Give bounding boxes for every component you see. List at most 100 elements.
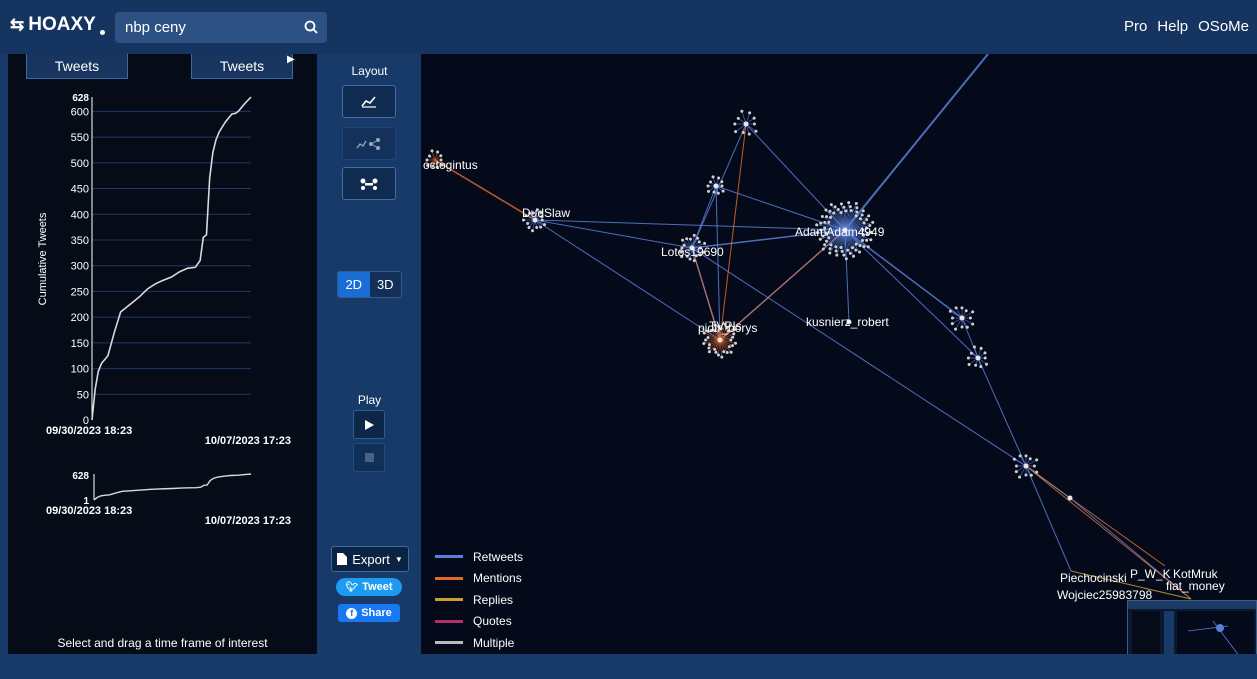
network-graph-svg[interactable]: octogintusDudSlawLotos19690AdamAdam4949T… bbox=[421, 54, 1257, 654]
network-node bbox=[836, 207, 840, 211]
network-node bbox=[526, 222, 530, 226]
network-node bbox=[720, 184, 724, 188]
network-node bbox=[825, 215, 829, 219]
network-node bbox=[950, 322, 954, 326]
cumulative-line bbox=[91, 96, 252, 421]
y-tick-label: 450 bbox=[71, 184, 89, 196]
network-node bbox=[740, 109, 744, 113]
network-node bbox=[823, 243, 827, 247]
network-node bbox=[971, 310, 975, 314]
network-node bbox=[968, 316, 972, 320]
nav-help[interactable]: Help bbox=[1157, 18, 1188, 35]
network-node bbox=[960, 325, 964, 329]
network-node bbox=[747, 132, 751, 136]
node-label: fiat_money bbox=[1166, 579, 1225, 593]
network-node bbox=[708, 180, 712, 184]
search-icon[interactable] bbox=[304, 20, 318, 34]
network-node bbox=[531, 229, 535, 233]
tweets-left-button[interactable]: Tweets bbox=[26, 54, 128, 79]
search-input[interactable] bbox=[125, 17, 295, 38]
network-edge bbox=[691, 185, 717, 249]
network-node bbox=[716, 191, 720, 195]
network-node bbox=[716, 353, 720, 357]
network-node bbox=[702, 341, 706, 345]
mode-3d-button[interactable]: 3D bbox=[369, 272, 401, 297]
network-node bbox=[848, 205, 852, 209]
network-node bbox=[1035, 470, 1039, 474]
thumbnail-image bbox=[1128, 601, 1256, 654]
network-edge bbox=[1069, 497, 1166, 567]
mode-2d-button[interactable]: 2D bbox=[338, 272, 370, 297]
play-button[interactable] bbox=[353, 410, 385, 439]
network-node bbox=[704, 338, 708, 342]
network-node bbox=[954, 306, 958, 310]
legend-item-replies: Replies bbox=[435, 589, 523, 611]
y-tick-label: 400 bbox=[71, 209, 89, 221]
nav-osome[interactable]: OSoMe bbox=[1198, 18, 1249, 35]
y-axis-label: Cumulative Tweets bbox=[37, 212, 49, 305]
network-node bbox=[1024, 473, 1028, 477]
network-node bbox=[714, 350, 718, 354]
export-button[interactable]: Export ▼ bbox=[331, 546, 409, 572]
network-node bbox=[842, 205, 846, 209]
network-node bbox=[1014, 470, 1018, 474]
layout-timeline-button[interactable] bbox=[342, 85, 396, 118]
legend-item-quotes: Quotes bbox=[435, 611, 523, 633]
network-edge bbox=[719, 123, 747, 341]
screenshot-thumbnail[interactable] bbox=[1127, 600, 1257, 654]
nav-pro[interactable]: Pro bbox=[1124, 18, 1147, 35]
network-node bbox=[1032, 464, 1036, 468]
network-node bbox=[971, 322, 975, 326]
network-node bbox=[983, 351, 987, 355]
legend-swatch bbox=[435, 555, 463, 559]
tweet-share-button[interactable]: 🐦︎ Tweet bbox=[336, 578, 402, 596]
network-node bbox=[1018, 454, 1022, 458]
network-node bbox=[706, 184, 710, 188]
legend-item-retweets: Retweets bbox=[435, 546, 523, 568]
node-label: DudSlaw bbox=[522, 206, 570, 220]
node-label: AdamAdam4949 bbox=[795, 225, 885, 239]
node-label: Lotos19690 bbox=[661, 245, 724, 259]
layout-network-button[interactable] bbox=[342, 167, 396, 200]
network-node bbox=[1012, 457, 1016, 461]
network-graph[interactable]: octogintus DudSlaw Lotos19690 AdamAdam4949 T… bbox=[421, 54, 1257, 654]
network-node bbox=[535, 225, 539, 229]
timeline-panel: 0 50 100 150 200 250 300 350 400 450 500 550 600 628 C… bbox=[8, 54, 317, 654]
network-node bbox=[839, 202, 843, 206]
network-node bbox=[712, 190, 716, 194]
y-tick-label: 600 bbox=[71, 106, 89, 118]
chevron-right-icon[interactable]: ▶ bbox=[287, 54, 295, 65]
timeline-hint: Select and drag a time frame of interest bbox=[57, 636, 268, 650]
legend-swatch bbox=[435, 576, 463, 580]
tweets-right-button[interactable]: Tweets bbox=[191, 54, 293, 79]
network-node bbox=[954, 327, 958, 331]
network-node bbox=[439, 154, 443, 158]
timeline-chart-svg[interactable]: 050100150200250300350400450500550600628C… bbox=[8, 54, 317, 654]
node-label: piotr_borys bbox=[698, 321, 757, 335]
stop-button[interactable] bbox=[353, 443, 385, 472]
line-chart-icon bbox=[361, 96, 376, 108]
node-label: kusnierz_robert bbox=[806, 315, 889, 329]
facebook-share-button[interactable]: f Share bbox=[338, 604, 400, 622]
network-node bbox=[839, 210, 843, 214]
network-node bbox=[948, 309, 952, 313]
hoaxy-logo[interactable]: ⇆ HOAXY bbox=[10, 14, 105, 36]
y-tick-label: 550 bbox=[71, 132, 89, 144]
layout-combined-button[interactable] bbox=[342, 127, 396, 160]
dimension-toggle: 2D 3D bbox=[337, 271, 402, 298]
network-icon bbox=[360, 178, 378, 190]
network-node bbox=[861, 209, 865, 213]
y-tick-label: 150 bbox=[71, 338, 89, 350]
network-node bbox=[717, 176, 721, 180]
network-node bbox=[741, 131, 745, 135]
network-node bbox=[748, 111, 752, 115]
network-node bbox=[858, 244, 862, 248]
logo-dot bbox=[99, 29, 105, 35]
node-label: octogintus bbox=[423, 158, 478, 172]
network-node bbox=[865, 238, 869, 242]
file-icon bbox=[337, 553, 348, 565]
network-node bbox=[713, 183, 719, 189]
stop-icon bbox=[364, 453, 374, 462]
network-node bbox=[706, 335, 710, 339]
network-node bbox=[707, 343, 711, 347]
